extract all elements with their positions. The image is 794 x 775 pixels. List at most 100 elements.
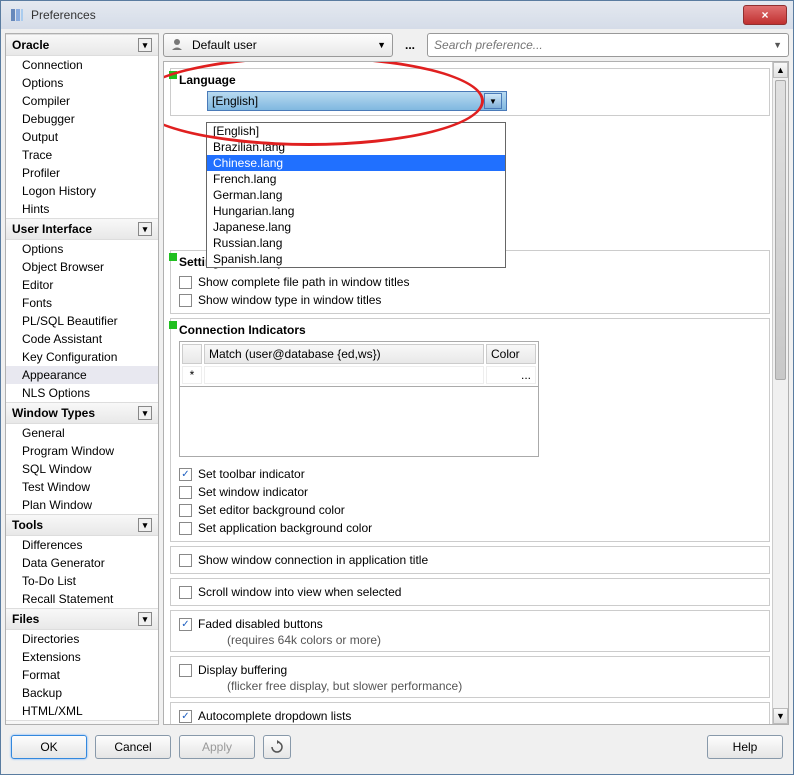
sidebar-item[interactable]: Key Configuration bbox=[6, 348, 158, 366]
sidebar-item[interactable]: Compiler bbox=[6, 92, 158, 110]
checkbox[interactable] bbox=[179, 276, 192, 289]
sidebar-category[interactable]: Other▾ bbox=[6, 720, 158, 725]
reset-button[interactable] bbox=[263, 735, 291, 759]
sidebar-item[interactable]: Appearance bbox=[6, 366, 158, 384]
checkbox-row[interactable]: Display buffering bbox=[179, 661, 761, 679]
close-button[interactable]: × bbox=[743, 5, 787, 25]
sidebar-item[interactable]: Format bbox=[6, 666, 158, 684]
sidebar-category[interactable]: Files▾ bbox=[6, 608, 158, 630]
sidebar-item[interactable]: SQL Window bbox=[6, 460, 158, 478]
sidebar-item[interactable]: Hints bbox=[6, 200, 158, 218]
vertical-scrollbar[interactable]: ▲ ▼ bbox=[772, 62, 788, 724]
sidebar-item[interactable]: Debugger bbox=[6, 110, 158, 128]
sidebar-item[interactable]: Plan Window bbox=[6, 496, 158, 514]
checkbox-row[interactable]: Scroll window into view when selected bbox=[179, 583, 761, 601]
sidebar-item[interactable]: Output bbox=[6, 128, 158, 146]
checkbox-row[interactable]: Set editor background color bbox=[179, 501, 761, 519]
checkbox[interactable] bbox=[179, 554, 192, 567]
collapse-icon[interactable]: ▾ bbox=[138, 612, 152, 626]
checkbox-row[interactable]: Show window connection in application ti… bbox=[179, 551, 761, 569]
sidebar-item[interactable]: General bbox=[6, 424, 158, 442]
collapse-icon[interactable]: ▾ bbox=[138, 38, 152, 52]
checkbox[interactable] bbox=[179, 586, 192, 599]
scroll-up-icon[interactable]: ▲ bbox=[773, 62, 788, 78]
language-option[interactable]: French.lang bbox=[207, 171, 505, 187]
collapse-icon[interactable]: ▾ bbox=[138, 518, 152, 532]
sidebar-category[interactable]: Oracle▾ bbox=[6, 34, 158, 56]
checkbox-row[interactable]: Faded disabled buttons bbox=[179, 615, 761, 633]
checkbox-row[interactable]: Set application background color bbox=[179, 519, 761, 537]
language-dropdown-list[interactable]: [English]Brazilian.langChinese.langFrenc… bbox=[206, 122, 506, 268]
more-button[interactable]: ... bbox=[399, 38, 421, 52]
checkbox-row[interactable]: Show window type in window titles bbox=[179, 291, 761, 309]
sidebar-item[interactable]: Object Browser bbox=[6, 258, 158, 276]
connection-table[interactable]: Match (user@database {ed,ws}) Color * ..… bbox=[179, 341, 539, 387]
scroll-down-icon[interactable]: ▼ bbox=[773, 708, 788, 724]
sidebar-category[interactable]: User Interface ▾ bbox=[6, 218, 158, 240]
checkbox-row[interactable]: Autocomplete dropdown lists bbox=[179, 707, 761, 725]
match-cell[interactable] bbox=[204, 366, 484, 384]
checkbox-row[interactable]: Set toolbar indicator bbox=[179, 465, 761, 483]
language-option[interactable]: German.lang bbox=[207, 187, 505, 203]
category-label: User Interface bbox=[12, 222, 92, 236]
language-option[interactable]: Russian.lang bbox=[207, 235, 505, 251]
search-box[interactable]: ▼ bbox=[427, 33, 789, 57]
sidebar-item[interactable]: Backup bbox=[6, 684, 158, 702]
search-input[interactable] bbox=[434, 38, 773, 52]
user-selector[interactable]: Default user ▼ bbox=[163, 33, 393, 57]
sidebar-item[interactable]: Profiler bbox=[6, 164, 158, 182]
help-button[interactable]: Help bbox=[707, 735, 783, 759]
cancel-button[interactable]: Cancel bbox=[95, 735, 171, 759]
sidebar-item[interactable]: Fonts bbox=[6, 294, 158, 312]
sidebar-item[interactable]: Options bbox=[6, 74, 158, 92]
collapse-icon[interactable]: ▾ bbox=[138, 222, 152, 236]
sidebar-item[interactable]: Options bbox=[6, 240, 158, 258]
sidebar-item[interactable]: NLS Options bbox=[6, 384, 158, 402]
sidebar-item[interactable]: PL/SQL Beautifier bbox=[6, 312, 158, 330]
checkbox[interactable] bbox=[179, 618, 192, 631]
language-option[interactable]: Hungarian.lang bbox=[207, 203, 505, 219]
sidebar-item[interactable]: Editor bbox=[6, 276, 158, 294]
color-cell[interactable]: ... bbox=[486, 366, 536, 384]
preferences-icon bbox=[9, 7, 25, 23]
sidebar-item[interactable]: HTML/XML bbox=[6, 702, 158, 720]
language-option[interactable]: Japanese.lang bbox=[207, 219, 505, 235]
scroll-thumb[interactable] bbox=[775, 80, 786, 380]
sidebar-item[interactable]: Program Window bbox=[6, 442, 158, 460]
sidebar-item[interactable]: Differences bbox=[6, 536, 158, 554]
checkbox[interactable] bbox=[179, 664, 192, 677]
checkbox[interactable] bbox=[179, 522, 192, 535]
sidebar-item[interactable]: Trace bbox=[6, 146, 158, 164]
chevron-down-icon[interactable]: ▼ bbox=[484, 93, 502, 109]
language-option[interactable]: [English] bbox=[207, 123, 505, 139]
chevron-down-icon: ▼ bbox=[377, 40, 386, 50]
collapse-icon[interactable]: ▾ bbox=[138, 724, 152, 725]
language-option[interactable]: Brazilian.lang bbox=[207, 139, 505, 155]
checkbox[interactable] bbox=[179, 468, 192, 481]
language-option[interactable]: Chinese.lang bbox=[207, 155, 505, 171]
checkbox[interactable] bbox=[179, 486, 192, 499]
sidebar-category[interactable]: Window Types▾ bbox=[6, 402, 158, 424]
ok-button[interactable]: OK bbox=[11, 735, 87, 759]
sidebar-item[interactable]: Connection bbox=[6, 56, 158, 74]
sidebar-item[interactable]: Code Assistant bbox=[6, 330, 158, 348]
sidebar-item[interactable]: Test Window bbox=[6, 478, 158, 496]
checkbox[interactable] bbox=[179, 294, 192, 307]
language-dropdown[interactable]: [English] ▼ bbox=[207, 91, 507, 111]
sidebar-item[interactable]: Logon History bbox=[6, 182, 158, 200]
sidebar-item[interactable]: Extensions bbox=[6, 648, 158, 666]
sidebar-item[interactable]: To-Do List bbox=[6, 572, 158, 590]
collapse-icon[interactable]: ▾ bbox=[138, 406, 152, 420]
language-option[interactable]: Spanish.lang bbox=[207, 251, 505, 267]
checkbox-row[interactable]: Show complete file path in window titles bbox=[179, 273, 761, 291]
checkbox[interactable] bbox=[179, 504, 192, 517]
sidebar-item[interactable]: Data Generator bbox=[6, 554, 158, 572]
sidebar-item[interactable]: Directories bbox=[6, 630, 158, 648]
sidebar-item[interactable]: Recall Statement bbox=[6, 590, 158, 608]
column-match: Match (user@database {ed,ws}) bbox=[204, 344, 484, 364]
checkbox[interactable] bbox=[179, 710, 192, 723]
checkbox-label: Set editor background color bbox=[198, 503, 345, 517]
checkbox-row[interactable]: Set window indicator bbox=[179, 483, 761, 501]
apply-button[interactable]: Apply bbox=[179, 735, 255, 759]
sidebar-category[interactable]: Tools▾ bbox=[6, 514, 158, 536]
